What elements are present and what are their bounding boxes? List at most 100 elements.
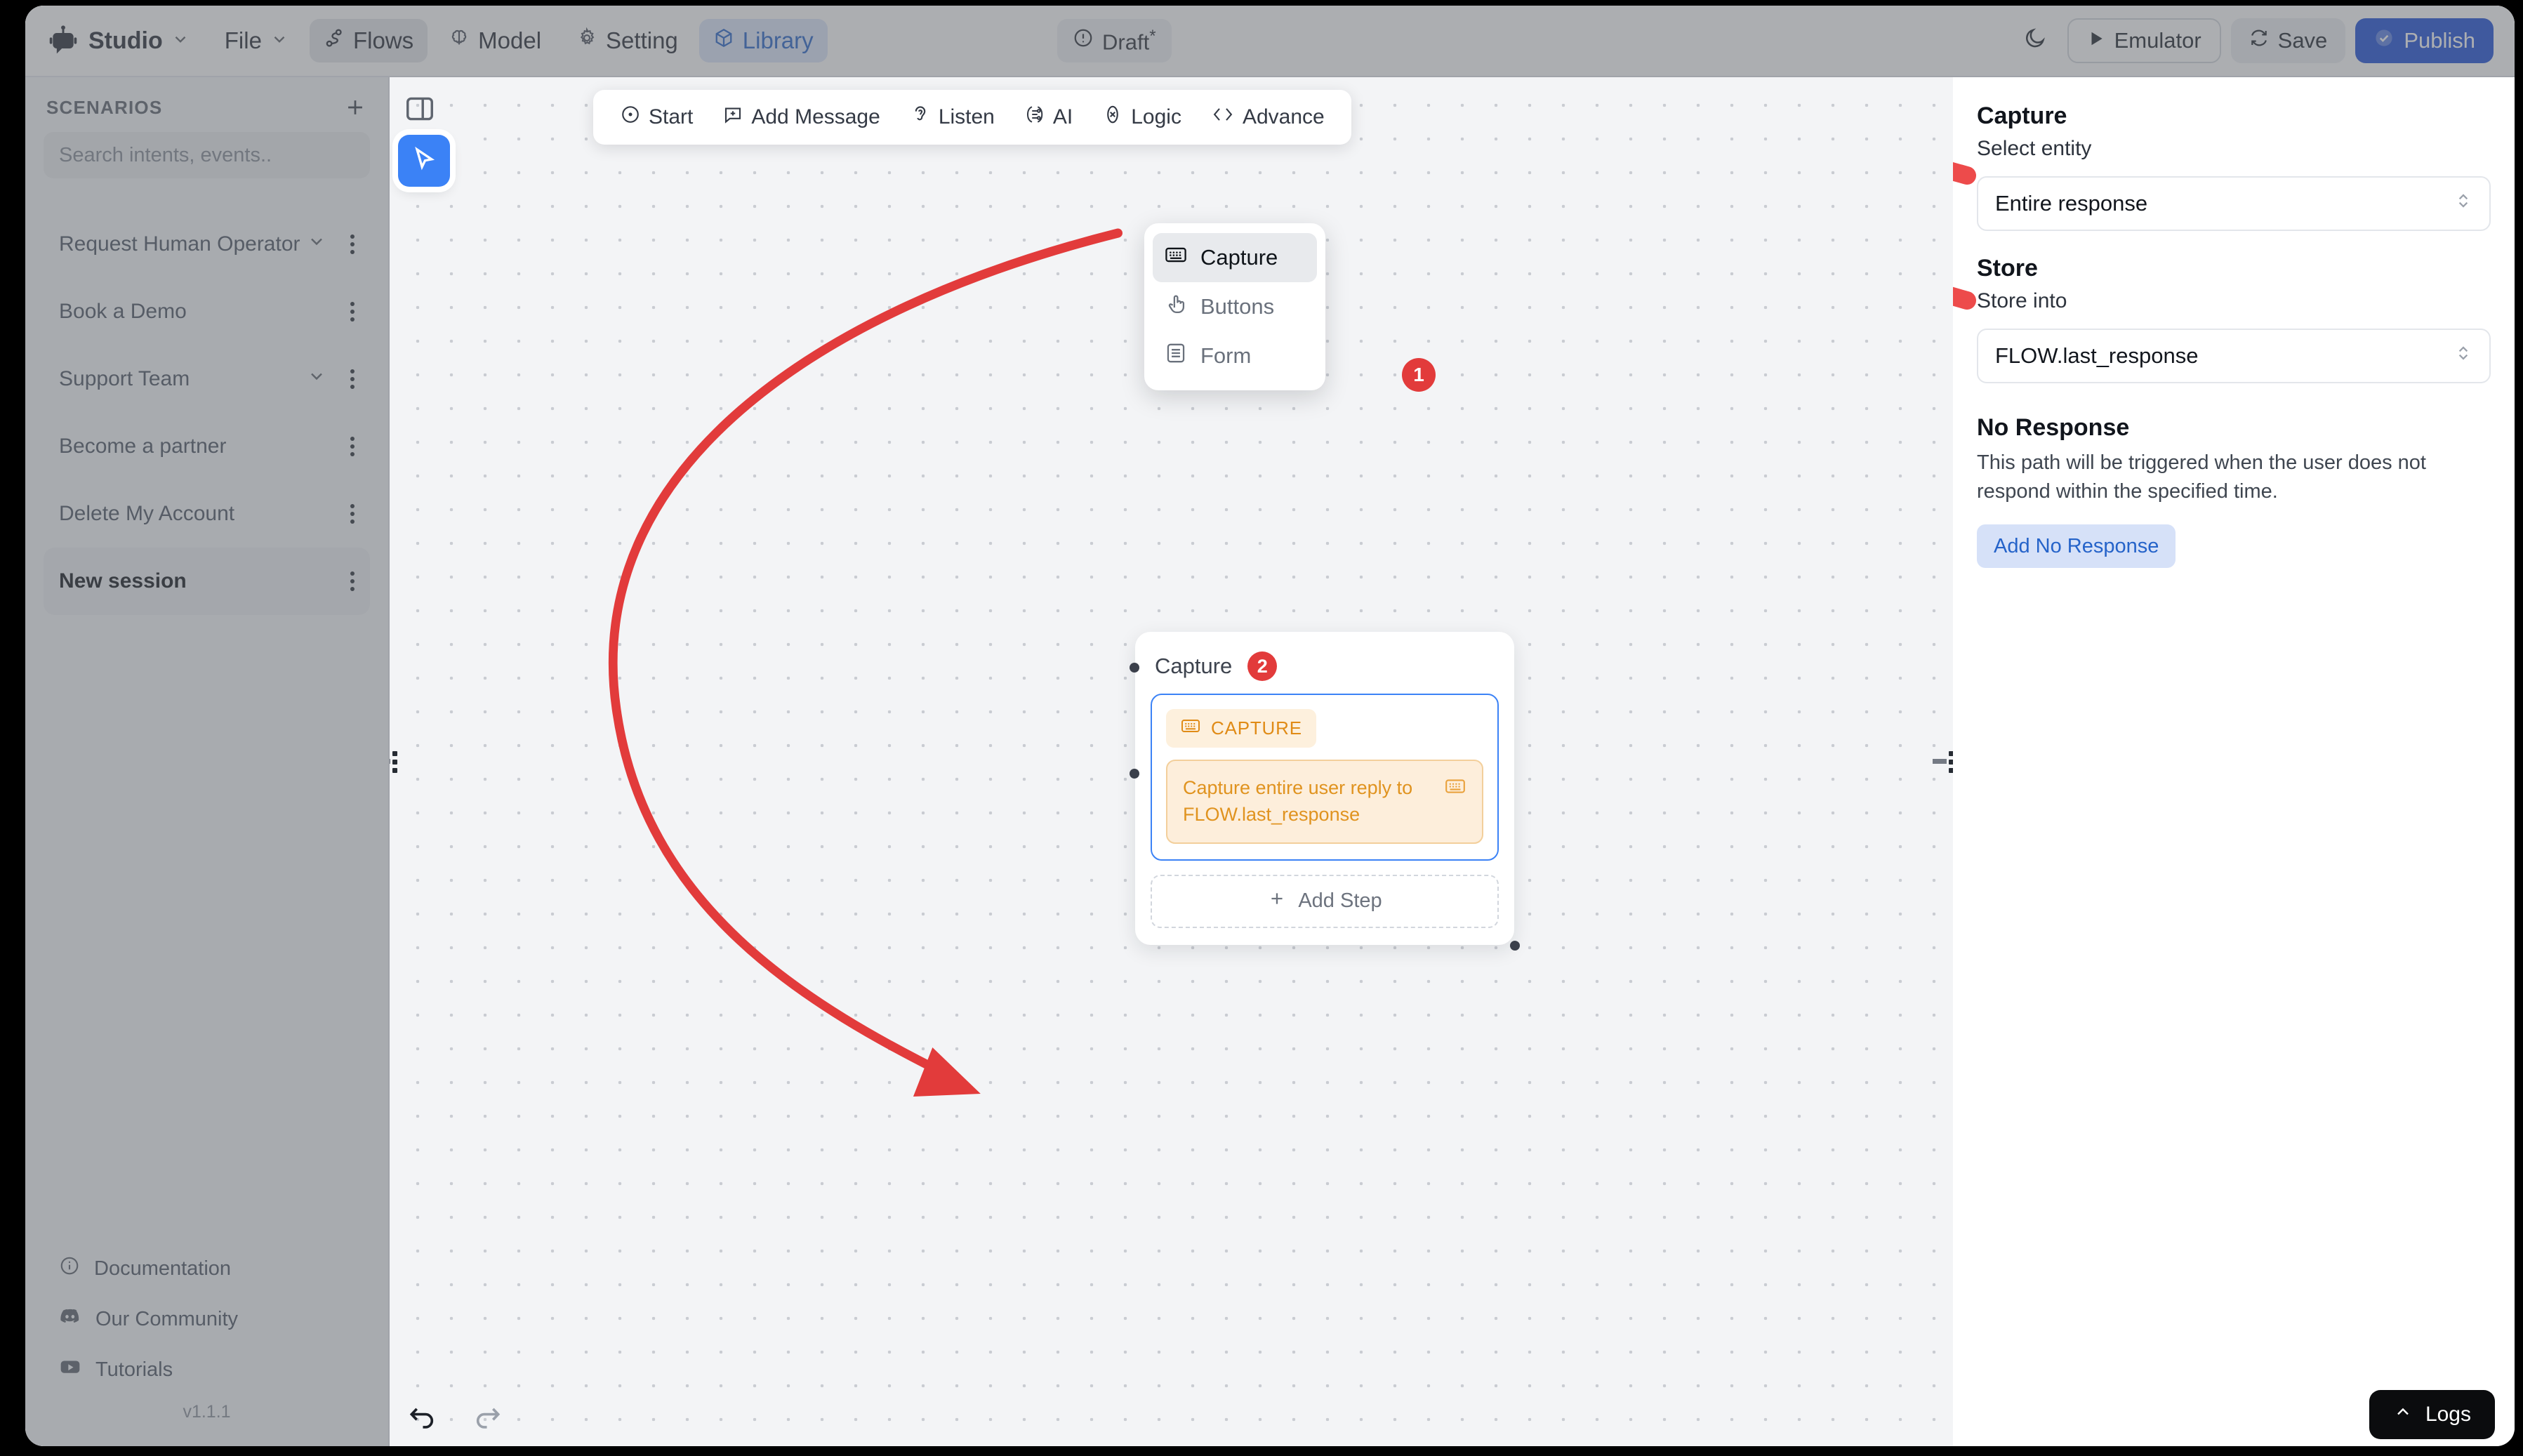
toolbar-logic[interactable]: Logic (1090, 97, 1194, 138)
ai-node-icon (1024, 104, 1045, 131)
sidebar-item-book-a-demo[interactable]: Book a Demo (44, 278, 370, 345)
sidebar-item-tutorials[interactable]: Tutorials (44, 1344, 370, 1395)
toolbar-start[interactable]: Start (607, 97, 706, 138)
start-circle-icon (620, 104, 641, 131)
node-input-handle[interactable] (1130, 663, 1139, 673)
app-window: Studio File Flows Model Setting Library … (25, 6, 2515, 1446)
emulator-button[interactable]: Emulator (2067, 18, 2221, 63)
select-entity-dropdown[interactable]: Entire response (1977, 176, 2491, 231)
status-badge-label: Draft (1102, 29, 1150, 55)
sidebar-section-title: SCENARIOS (46, 96, 163, 118)
keyboard-icon (1164, 243, 1188, 272)
sidebar-footer-label: Documentation (94, 1257, 232, 1280)
studio-menu[interactable]: Studio (44, 19, 204, 62)
row-menu-button[interactable] (350, 369, 355, 389)
menu-item-form[interactable]: Form (1153, 331, 1317, 380)
publish-button-label: Publish (2404, 28, 2475, 53)
sidebar-item-label: New session (59, 569, 187, 593)
add-no-response-button[interactable]: Add No Response (1977, 524, 2176, 569)
status-badge-capture: CAPTURE (1166, 709, 1316, 748)
annotation-badge-2: 2 (1247, 651, 1278, 681)
panel-layout-icon[interactable] (404, 93, 436, 128)
form-lines-icon (1164, 341, 1188, 371)
logs-button[interactable]: Logs (2369, 1390, 2495, 1439)
toolbar-add-message[interactable]: Add Message (710, 97, 892, 138)
row-menu-button[interactable] (350, 504, 355, 524)
sidebar-footer-label: Tutorials (95, 1358, 173, 1381)
canvas-toolbar: Start Add Message Listen AI Logic Advanc… (593, 90, 1351, 145)
chevron-down-icon[interactable] (307, 366, 326, 392)
add-step-button[interactable]: Add Step (1151, 874, 1499, 928)
history-controls (406, 1402, 503, 1436)
add-no-response-label: Add No Response (1994, 534, 2159, 557)
sidebar-resize-handle[interactable] (390, 742, 404, 781)
message-plus-icon (722, 104, 743, 131)
store-heading: Store (1977, 255, 2038, 282)
properties-panel: Capture Select entity Entire response St… (1953, 77, 2515, 1446)
robot-logo-icon (46, 24, 80, 58)
save-button[interactable]: Save (2230, 18, 2346, 63)
node-step-handle[interactable] (1130, 769, 1139, 779)
chevron-up-icon (2393, 1402, 2413, 1427)
sidebar-item-request-human-operator[interactable]: Request Human Operator (44, 211, 370, 278)
sidebar-item-label: Become a partner (59, 435, 227, 458)
toolbar-ai[interactable]: AI (1012, 97, 1085, 138)
sidebar-item-delete-my-account[interactable]: Delete My Account (44, 480, 370, 548)
toolbar-add-message-label: Add Message (751, 105, 880, 128)
flow-node-capture[interactable]: Capture 2 CAPTURE Capture entire user re… (1130, 632, 1520, 951)
undo-arrow-icon[interactable] (406, 1402, 437, 1436)
publish-button[interactable]: Publish (2355, 18, 2494, 63)
toolbar-listen[interactable]: Listen (897, 97, 1007, 138)
tab-model[interactable]: Model (435, 19, 555, 62)
save-button-label: Save (2277, 28, 2328, 53)
listen-dropdown-menu: Capture Buttons Form (1144, 223, 1325, 390)
sidebar-item-become-a-partner[interactable]: Become a partner (44, 413, 370, 480)
menu-item-capture[interactable]: Capture (1153, 233, 1317, 282)
node-step-body: Capture entire user reply to FLOW.last_r… (1166, 760, 1483, 844)
app-root: Studio File Flows Model Setting Library … (0, 0, 2523, 1456)
gear-icon (576, 27, 597, 54)
node-output-handle[interactable] (1510, 940, 1520, 951)
menu-item-buttons[interactable]: Buttons (1153, 282, 1317, 331)
file-menu[interactable]: File (211, 19, 303, 62)
status-badge[interactable]: Draft* (1057, 19, 1172, 62)
sidebar: SCENARIOS Search intents, events.. Reque… (25, 77, 390, 1446)
select-entity-label: Select entity (1977, 137, 2092, 160)
row-menu-button[interactable] (350, 302, 355, 322)
sidebar-item-our-community[interactable]: Our Community (44, 1294, 370, 1344)
chevron-down-icon[interactable] (307, 232, 326, 257)
pointer-hand-icon (1164, 292, 1188, 322)
sidebar-footer-label: Our Community (95, 1307, 239, 1330)
store-into-label: Store into (1977, 289, 2067, 312)
cursor-arrow-tool[interactable] (398, 135, 450, 187)
modified-marker: * (1149, 26, 1156, 46)
redo-arrow-icon[interactable] (472, 1402, 503, 1436)
right-panel-resize-handle[interactable] (1933, 742, 1953, 781)
search-input[interactable]: Search intents, events.. (44, 132, 370, 178)
chevron-down-icon (270, 27, 289, 54)
sidebar-item-support-team[interactable]: Support Team (44, 345, 370, 413)
check-circle-icon (2373, 27, 2395, 54)
chevron-down-icon (171, 27, 190, 55)
no-response-description: This path will be triggered when the use… (1977, 451, 2426, 503)
node-title: Capture (1155, 654, 1233, 678)
theme-toggle-button[interactable] (2013, 18, 2058, 63)
main-body: SCENARIOS Search intents, events.. Reque… (25, 77, 2515, 1446)
row-menu-button[interactable] (350, 234, 355, 254)
node-step-capture[interactable]: CAPTURE Capture entire user reply to FLO… (1151, 694, 1499, 861)
flow-canvas[interactable]: Start Add Message Listen AI Logic Advanc… (390, 77, 1953, 1446)
sidebar-item-documentation[interactable]: Documentation (44, 1243, 370, 1294)
toolbar-advance-label: Advance (1242, 105, 1325, 128)
store-into-dropdown[interactable]: FLOW.last_response (1977, 329, 2491, 383)
sidebar-item-new-session[interactable]: New session (44, 548, 370, 615)
row-menu-button[interactable] (350, 571, 355, 591)
tab-flows[interactable]: Flows (309, 19, 428, 62)
menu-item-buttons-label: Buttons (1200, 294, 1275, 319)
moon-icon (2023, 26, 2047, 55)
file-menu-label: File (224, 27, 262, 53)
row-menu-button[interactable] (350, 437, 355, 456)
toolbar-advance[interactable]: Advance (1198, 97, 1337, 138)
tab-library[interactable]: Library (698, 19, 828, 62)
tab-setting[interactable]: Setting (562, 19, 692, 62)
add-scenario-button[interactable] (343, 95, 367, 119)
